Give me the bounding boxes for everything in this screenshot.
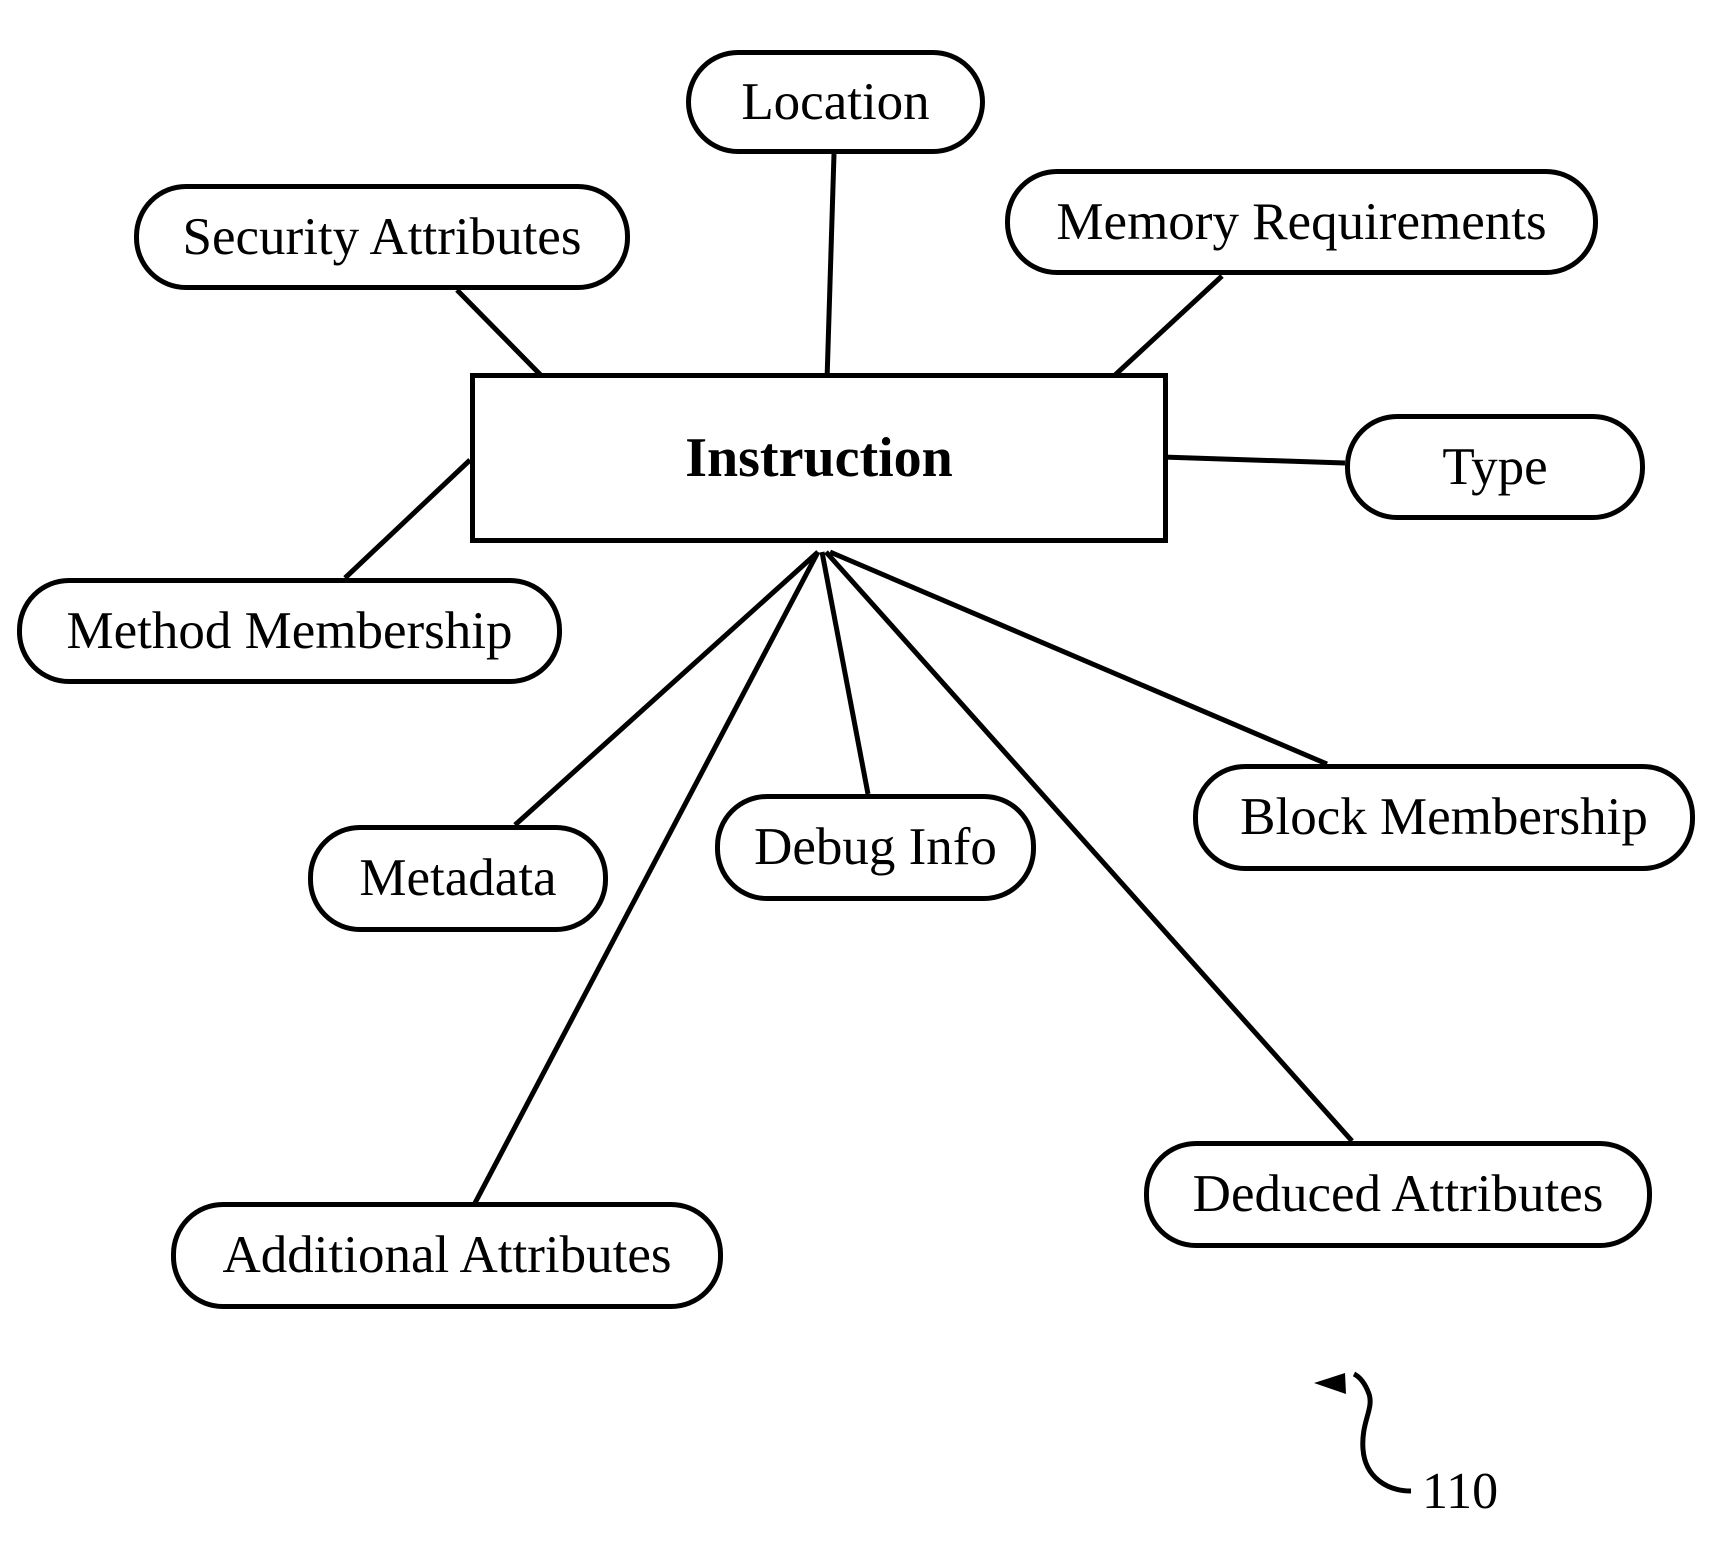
node-method-membership[interactable]: Method Membership	[17, 578, 562, 684]
node-type[interactable]: Type	[1345, 414, 1645, 520]
reference-arrow-head	[1314, 1373, 1346, 1394]
node-label: Deduced Attributes	[1192, 1165, 1604, 1223]
node-label: Memory Requirements	[1056, 192, 1547, 251]
node-additional-attributes[interactable]: Additional Attributes	[171, 1202, 723, 1309]
node-memory-requirements[interactable]: Memory Requirements	[1005, 169, 1598, 275]
edge-type	[1161, 454, 1346, 466]
node-deduced-attributes[interactable]: Deduced Attributes	[1144, 1141, 1652, 1248]
edge-block-membership	[829, 549, 1328, 767]
node-label: Method Membership	[66, 601, 513, 660]
node-security-attributes[interactable]: Security Attributes	[134, 184, 630, 290]
reference-numeral: 110	[1422, 1463, 1499, 1520]
node-label: Debug Info	[754, 818, 997, 876]
center-node-instruction[interactable]: Instruction	[470, 373, 1168, 543]
node-label: Type	[1442, 437, 1548, 496]
node-metadata[interactable]: Metadata	[308, 825, 608, 932]
node-label: Metadata	[359, 849, 557, 907]
node-label: Additional Attributes	[222, 1226, 672, 1284]
node-block-membership[interactable]: Block Membership	[1193, 764, 1695, 871]
reference-arrow-curve	[1352, 1371, 1412, 1494]
center-node-label: Instruction	[685, 427, 953, 489]
node-debug-info[interactable]: Debug Info	[715, 794, 1036, 901]
edge-metadata	[513, 550, 820, 827]
node-label: Location	[741, 72, 930, 131]
node-label: Block Membership	[1240, 788, 1648, 846]
node-label: Security Attributes	[182, 207, 582, 266]
edge-method-membership	[343, 458, 472, 580]
node-location[interactable]: Location	[686, 50, 985, 154]
